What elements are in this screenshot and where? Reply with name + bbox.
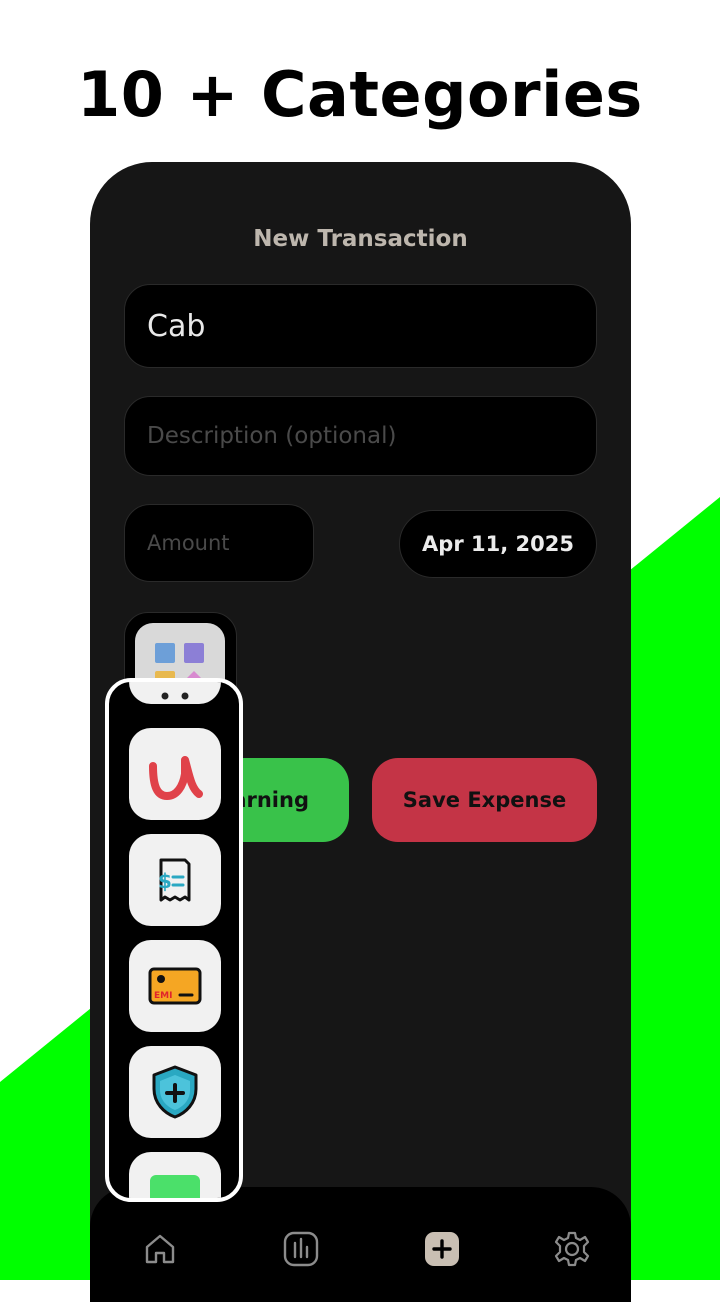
amount-input[interactable]: Amount bbox=[124, 504, 314, 582]
screen-title: New Transaction bbox=[253, 226, 468, 252]
svg-text:$: $ bbox=[158, 869, 172, 893]
description-input[interactable]: Description (optional) bbox=[124, 396, 597, 476]
category-item-partial[interactable] bbox=[129, 682, 221, 704]
svg-text:EMI: EMI bbox=[154, 991, 172, 1001]
add-icon[interactable] bbox=[422, 1229, 462, 1269]
insurance-shield-icon[interactable] bbox=[129, 1046, 221, 1138]
bill-receipt-icon[interactable]: $ bbox=[129, 834, 221, 926]
udemy-icon[interactable] bbox=[129, 728, 221, 820]
headline: 10 + Categories bbox=[77, 58, 643, 131]
bottom-navigation bbox=[90, 1187, 631, 1302]
home-icon[interactable] bbox=[140, 1229, 180, 1269]
stats-icon[interactable] bbox=[281, 1229, 321, 1269]
emi-card-icon[interactable]: EMI bbox=[129, 940, 221, 1032]
category-picker-popup: $ EMI bbox=[105, 678, 243, 1202]
transaction-name-input[interactable]: Cab bbox=[124, 284, 597, 368]
date-picker-button[interactable]: Apr 11, 2025 bbox=[399, 510, 597, 578]
settings-icon[interactable] bbox=[552, 1229, 592, 1269]
save-expense-button[interactable]: Save Expense bbox=[372, 758, 597, 842]
category-item-partial-bottom[interactable] bbox=[129, 1152, 221, 1198]
